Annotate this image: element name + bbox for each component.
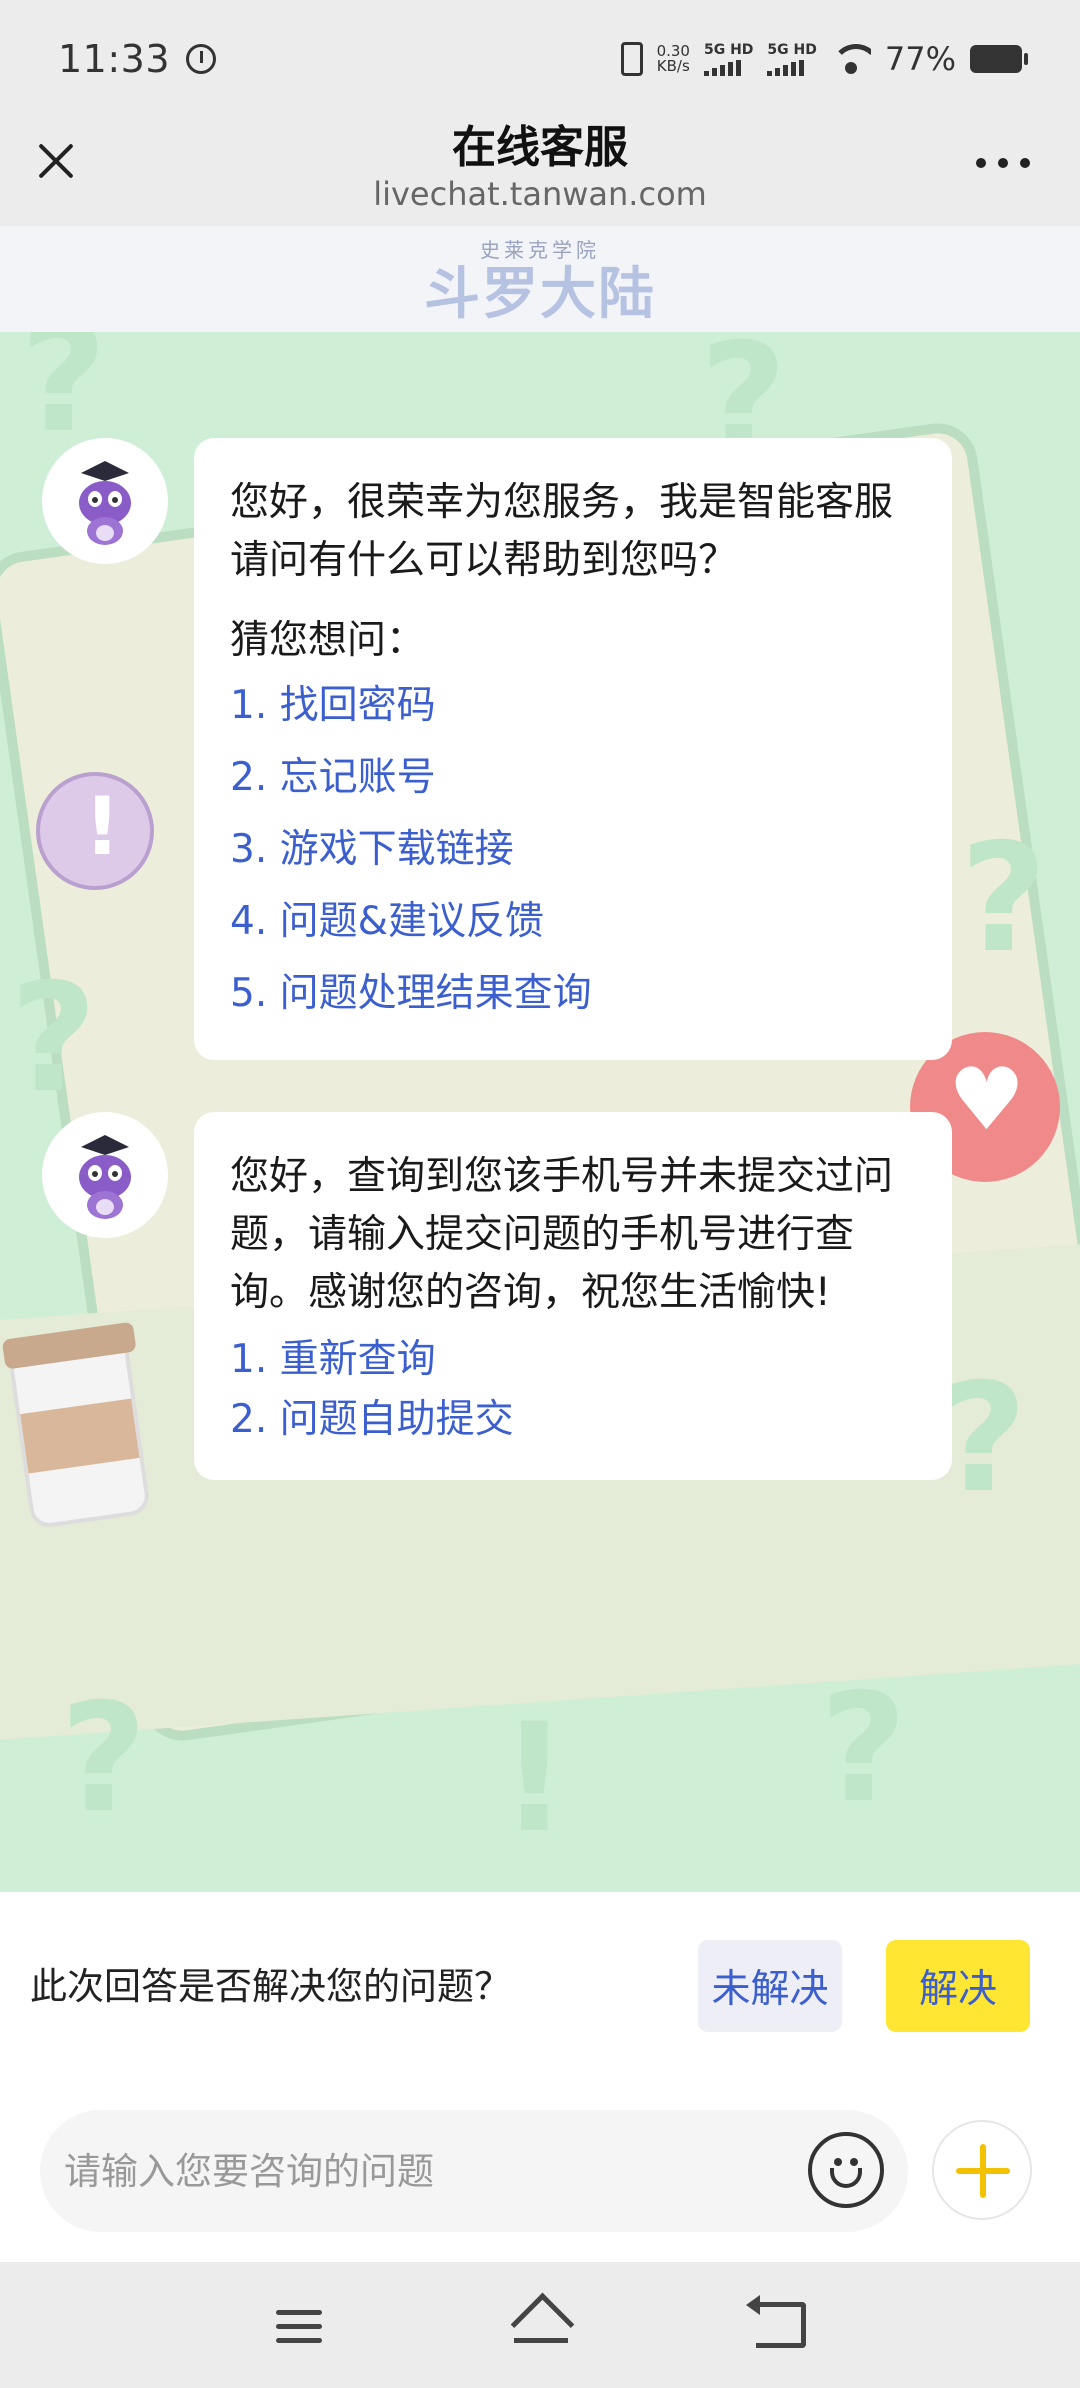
bot-avatar <box>42 438 168 564</box>
plus-icon[interactable] <box>932 2120 1032 2220</box>
chat-area[interactable]: ? ? ! ? ? ? ? ! ? 您好，很荣幸为您服务，我是智能客服请问有什么… <box>0 332 1080 1892</box>
mascot-icon <box>79 461 131 545</box>
solved-button[interactable]: 解决 <box>886 1940 1030 2032</box>
suggestion-game-download[interactable]: 3. 游戏下载链接 <box>230 814 916 886</box>
title-bar: 在线客服 livechat.tanwan.com <box>0 118 1080 226</box>
battery-icon <box>970 45 1028 73</box>
suggestion-result-query[interactable]: 5. 问题处理结果查询 <box>230 958 916 1030</box>
bot-message-bubble: 您好，很荣幸为您服务，我是智能客服请问有什么可以帮助到您吗？ 猜您想问： 1. … <box>194 438 952 1060</box>
suggestion-feedback[interactable]: 4. 问题&建议反馈 <box>230 886 916 958</box>
suggestion-forgot-account[interactable]: 2. 忘记账号 <box>230 742 916 814</box>
message-input-wrapper <box>40 2110 908 2232</box>
bot-message-bubble: 您好，查询到您该手机号并未提交过问题，请输入提交问题的手机号进行查询。感谢您的咨… <box>194 1112 952 1480</box>
unsolved-button[interactable]: 未解决 <box>698 1940 842 2032</box>
background-question-mark: ? <box>10 952 98 1126</box>
home-icon[interactable] <box>512 2298 570 2348</box>
suggestion-self-submit[interactable]: 2. 问题自助提交 <box>230 1390 916 1450</box>
signal-2-label: 5G HD <box>767 41 817 58</box>
background-question-mark: ? <box>960 812 1048 986</box>
logo-subtitle: 史莱克学院 <box>480 237 600 262</box>
background-question-mark: ! <box>500 1692 569 1866</box>
suggestion-requery[interactable]: 1. 重新查询 <box>230 1330 916 1390</box>
page-url: livechat.tanwan.com <box>373 175 707 213</box>
signal-1-label: 5G HD <box>703 41 754 58</box>
background-question-mark: ? <box>60 1672 148 1846</box>
message-input[interactable] <box>64 2136 784 2206</box>
menu-icon[interactable] <box>276 2306 322 2346</box>
background-question-mark: ? <box>820 1662 908 1836</box>
emoji-icon[interactable] <box>808 2132 884 2208</box>
message-text: 您好，查询到您该手机号并未提交过问题，请输入提交问题的手机号进行查询。感谢您的咨… <box>230 1154 894 1315</box>
signal-2: 5G HD <box>767 41 817 76</box>
network-speed: 0.30 KB/s <box>657 44 690 74</box>
signal-1: 5G HD <box>703 41 754 76</box>
clock-icon <box>186 44 217 74</box>
system-nav-bar <box>0 2262 1080 2388</box>
mascot-icon <box>79 1135 131 1219</box>
message-text: 您好，很荣幸为您服务，我是智能客服请问有什么可以帮助到您吗？ <box>230 480 894 583</box>
signal-bars-icon <box>703 59 741 76</box>
logo-title: 斗罗大陆 <box>424 260 656 327</box>
game-logo-banner: 史莱克学院 斗罗大陆 <box>0 226 1080 332</box>
suggestion-find-password[interactable]: 1. 找回密码 <box>230 670 916 742</box>
status-time: 11:33 <box>58 37 171 81</box>
network-speed-unit: KB/s <box>656 57 690 75</box>
page-title: 在线客服 <box>452 122 628 173</box>
more-menu-button[interactable] <box>976 158 1030 168</box>
back-icon[interactable] <box>746 2295 806 2348</box>
input-bar <box>0 2078 1080 2262</box>
suggestion-label: 猜您想问： <box>230 618 426 663</box>
bot-avatar <box>42 1112 168 1238</box>
wifi-icon <box>830 44 871 74</box>
status-bar: 11:33 0.30 KB/s 5G HD 5G HD 77% <box>0 0 1080 118</box>
vibrate-icon <box>620 42 643 76</box>
coffee-cup-illustration <box>8 1344 152 1530</box>
feedback-bar: 此次回答是否解决您的问题？ 未解决 解决 <box>0 1892 1080 2078</box>
signal-bars-icon <box>767 59 805 76</box>
feedback-question: 此次回答是否解决您的问题？ <box>30 1965 511 2008</box>
exclamation-sticker-icon <box>36 772 154 890</box>
background-question-mark: ? <box>940 1352 1028 1526</box>
status-icons: 0.30 KB/s 5G HD 5G HD 77% <box>620 40 1028 78</box>
battery-percent: 77% <box>884 40 956 78</box>
